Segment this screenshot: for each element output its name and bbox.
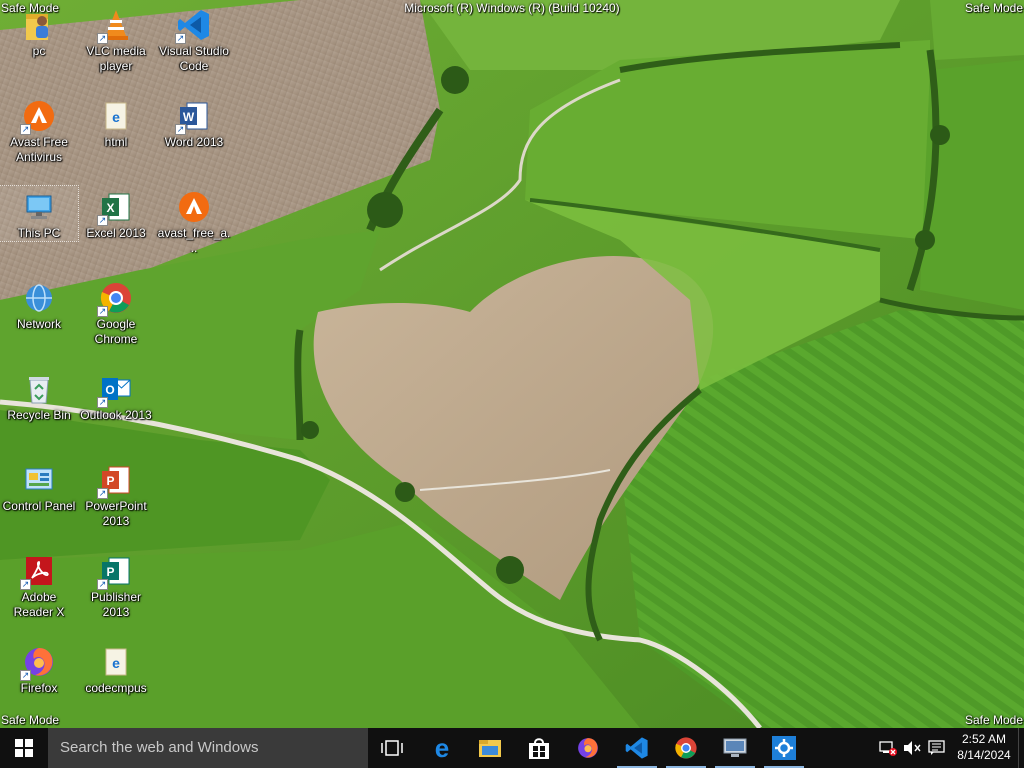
desktop-icon-pc[interactable]: pc [0,4,78,59]
control-panel-icon [22,463,56,497]
desktop-icon-label: Outlook 2013 [80,408,152,422]
network-icon [22,281,56,315]
desktop-icon-label: pc [32,44,46,58]
vscode-icon: ↗ [175,8,211,44]
desktop-icon-network[interactable]: Network [0,277,78,332]
store-icon [529,738,549,759]
task-view-icon [381,740,403,756]
svg-text:W: W [183,110,195,124]
computer-icon [22,190,56,224]
desktop-icon-label: This PC [17,226,61,240]
svg-text:e: e [112,109,120,125]
taskbar-vscode[interactable] [613,728,661,768]
desktop-icon-excel[interactable]: X ↗ Excel 2013 [77,186,155,241]
desktop-icon-label: Excel 2013 [86,226,146,240]
desktop-icon-avast-installer[interactable]: avast_free_a... [155,186,233,256]
show-desktop-button[interactable] [1018,728,1024,768]
clock-time: 2:52 AM [961,732,1007,746]
settings-icon [772,736,796,760]
desktop-icon-firefox[interactable]: ↗ Firefox [0,641,78,696]
taskbar-chrome[interactable] [662,728,710,768]
windows-logo-icon [15,739,33,757]
firefox-icon: ↗ [20,645,56,681]
file-explorer-icon [479,740,501,757]
desktop-icon-label: Avast Free Antivirus [10,135,68,164]
vlc-icon: ↗ [97,8,133,44]
user-folder-icon [22,8,56,42]
desktop-icon-label: avast_free_a... [157,226,231,255]
desktop-icon-label: Google Chrome [94,317,138,346]
desktop-icon-label: Adobe Reader X [13,590,65,619]
desktop-icon-control-panel[interactable]: Control Panel [0,459,78,514]
avast-icon [177,190,211,224]
file-icon: e [99,645,133,679]
desktop-icon-publisher[interactable]: P ↗ Publisher 2013 [77,550,155,620]
safe-mode-label-bottom-left: Safe Mode [1,713,60,727]
desktop-icon-outlook[interactable]: O ↗ Outlook 2013 [77,368,155,423]
desktop-icon-powerpoint[interactable]: P ↗ PowerPoint 2013 [77,459,155,529]
taskbar-clock[interactable]: 2:52 AM 8/14/2024 [952,731,1016,763]
desktop-icon-codecmpus[interactable]: e codecmpus [77,641,155,696]
outlook-icon: O ↗ [97,372,133,408]
adobe-reader-icon: ↗ [20,554,56,590]
excel-icon: X ↗ [97,190,133,226]
desktop-icon-label: Visual Studio Code [159,44,229,73]
desktop-icon-label: codecmpus [85,681,147,695]
start-button[interactable] [0,728,48,768]
avast-icon: ↗ [20,99,56,135]
desktop-icon-adobe-reader[interactable]: ↗ Adobe Reader X [0,550,78,620]
desktop-icon-label: PowerPoint 2013 [85,499,147,528]
desktop-icon-html[interactable]: e html [77,95,155,150]
desktop-icon-label: VLC media player [86,44,146,73]
task-view-button[interactable] [368,728,416,768]
desktop-icon-word[interactable]: W ↗ Word 2013 [155,95,233,150]
taskbar-settings[interactable] [760,728,808,768]
svg-text:e: e [435,736,449,760]
taskbar-firefox[interactable] [564,728,612,768]
desktop-icon-chrome[interactable]: ↗ Google Chrome [77,277,155,347]
desktop-icon-recycle-bin[interactable]: Recycle Bin [0,368,78,423]
taskbar: Search the web and Windows e 2:52 AM 8/1… [0,728,1024,768]
taskbar-search-box[interactable]: Search the web and Windows [48,728,368,768]
vscode-icon [625,737,648,759]
desktop-icon-label: Firefox [20,681,58,695]
desktop-icon-avast[interactable]: ↗ Avast Free Antivirus [0,95,78,165]
tray-volume[interactable] [900,728,924,768]
word-icon: W ↗ [175,99,211,135]
svg-text:O: O [105,383,114,397]
recycle-bin-icon [22,372,56,406]
taskbar-store[interactable] [515,728,563,768]
chrome-icon: ↗ [97,281,133,317]
svg-text:X: X [106,201,114,215]
publisher-icon: P ↗ [97,554,133,590]
svg-text:P: P [106,474,114,488]
tray-network[interactable] [876,728,900,768]
firefox-icon [578,738,598,758]
clock-date: 8/14/2024 [957,748,1011,762]
desktop-icon-this-pc[interactable]: This PC [0,185,79,242]
tray-action-center[interactable] [925,728,949,768]
svg-text:P: P [106,565,114,579]
chrome-icon [675,737,697,759]
desktop-icon-label: Word 2013 [164,135,224,149]
powerpoint-icon: P ↗ [97,463,133,499]
desktop-icon-label: html [104,135,128,149]
edge-html-file-icon: e [99,99,133,133]
desktop-icon-label: Network [16,317,61,331]
remote-desktop-icon [723,738,747,757]
desktop-icon-label: Recycle Bin [7,408,71,422]
desktop-icon-label: Publisher 2013 [90,590,142,619]
desktop-icon-vscode[interactable]: ↗ Visual Studio Code [155,4,233,74]
desktop-icon-vlc[interactable]: ↗ VLC media player [77,4,155,74]
safe-mode-label-bottom-right: Safe Mode [964,713,1023,727]
taskbar-remote-desktop[interactable] [711,728,759,768]
taskbar-file-explorer[interactable] [466,728,514,768]
taskbar-edge[interactable]: e [418,728,466,768]
desktop-icon-label: Control Panel [2,499,76,513]
action-center-icon [928,740,945,755]
edge-icon: e [435,736,449,760]
svg-text:e: e [112,655,120,671]
volume-muted-icon [904,741,921,755]
network-disconnected-icon [879,741,897,756]
